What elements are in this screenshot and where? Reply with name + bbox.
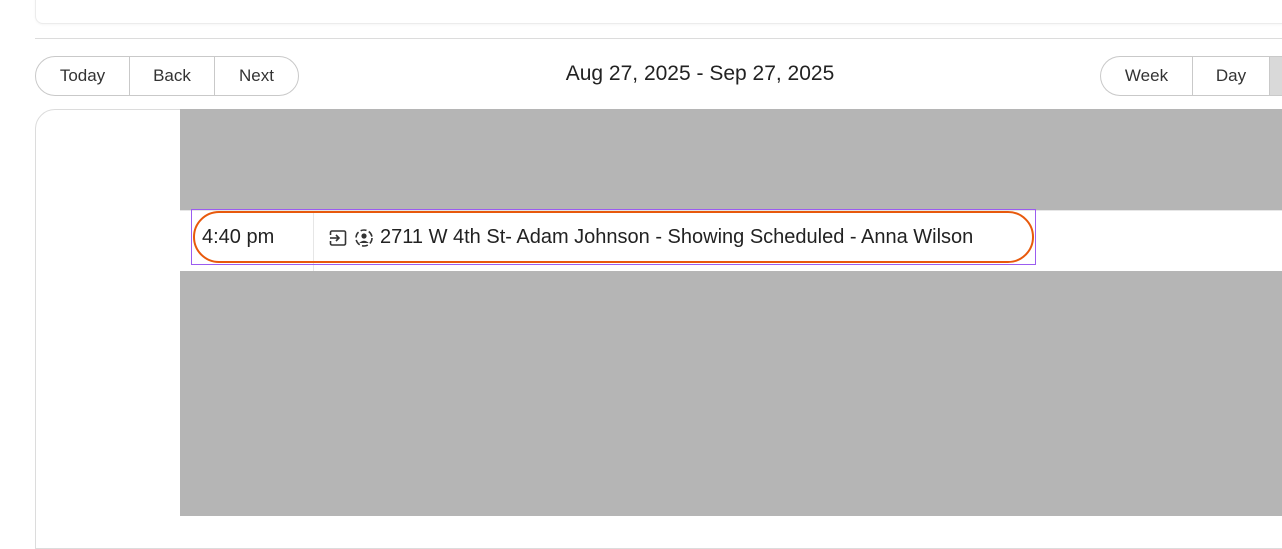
event-title: 2711 W 4th St- Adam Johnson - Showing Sc… [380, 226, 974, 248]
enter-icon [328, 228, 348, 248]
agenda-row[interactable]: 4:40 pm 2711 W 4th St- Adam Johnson - Sh… [180, 210, 1282, 271]
event-time: 4:40 pm [202, 226, 275, 248]
date-range-label: Aug 27, 2025 - Sep 27, 2025 [565, 62, 835, 85]
modal-overlay-bottom [180, 271, 1282, 516]
today-button[interactable]: Today [36, 57, 130, 95]
view-button-group: Week Day [1100, 56, 1282, 96]
month-view-button[interactable] [1270, 57, 1282, 95]
agenda-event[interactable]: 2711 W 4th St- Adam Johnson - Showing Sc… [328, 226, 973, 249]
user-circle-icon [354, 228, 374, 248]
agenda-time-cell: 4:40 pm [180, 211, 314, 271]
divider [35, 38, 1282, 39]
back-button[interactable]: Back [130, 57, 215, 95]
nav-button-group: Today Back Next [35, 56, 299, 96]
day-view-button[interactable]: Day [1193, 57, 1270, 95]
next-button[interactable]: Next [215, 57, 298, 95]
week-view-button[interactable]: Week [1101, 57, 1193, 95]
top-card [35, 0, 1282, 24]
modal-overlay-top [180, 109, 1282, 210]
